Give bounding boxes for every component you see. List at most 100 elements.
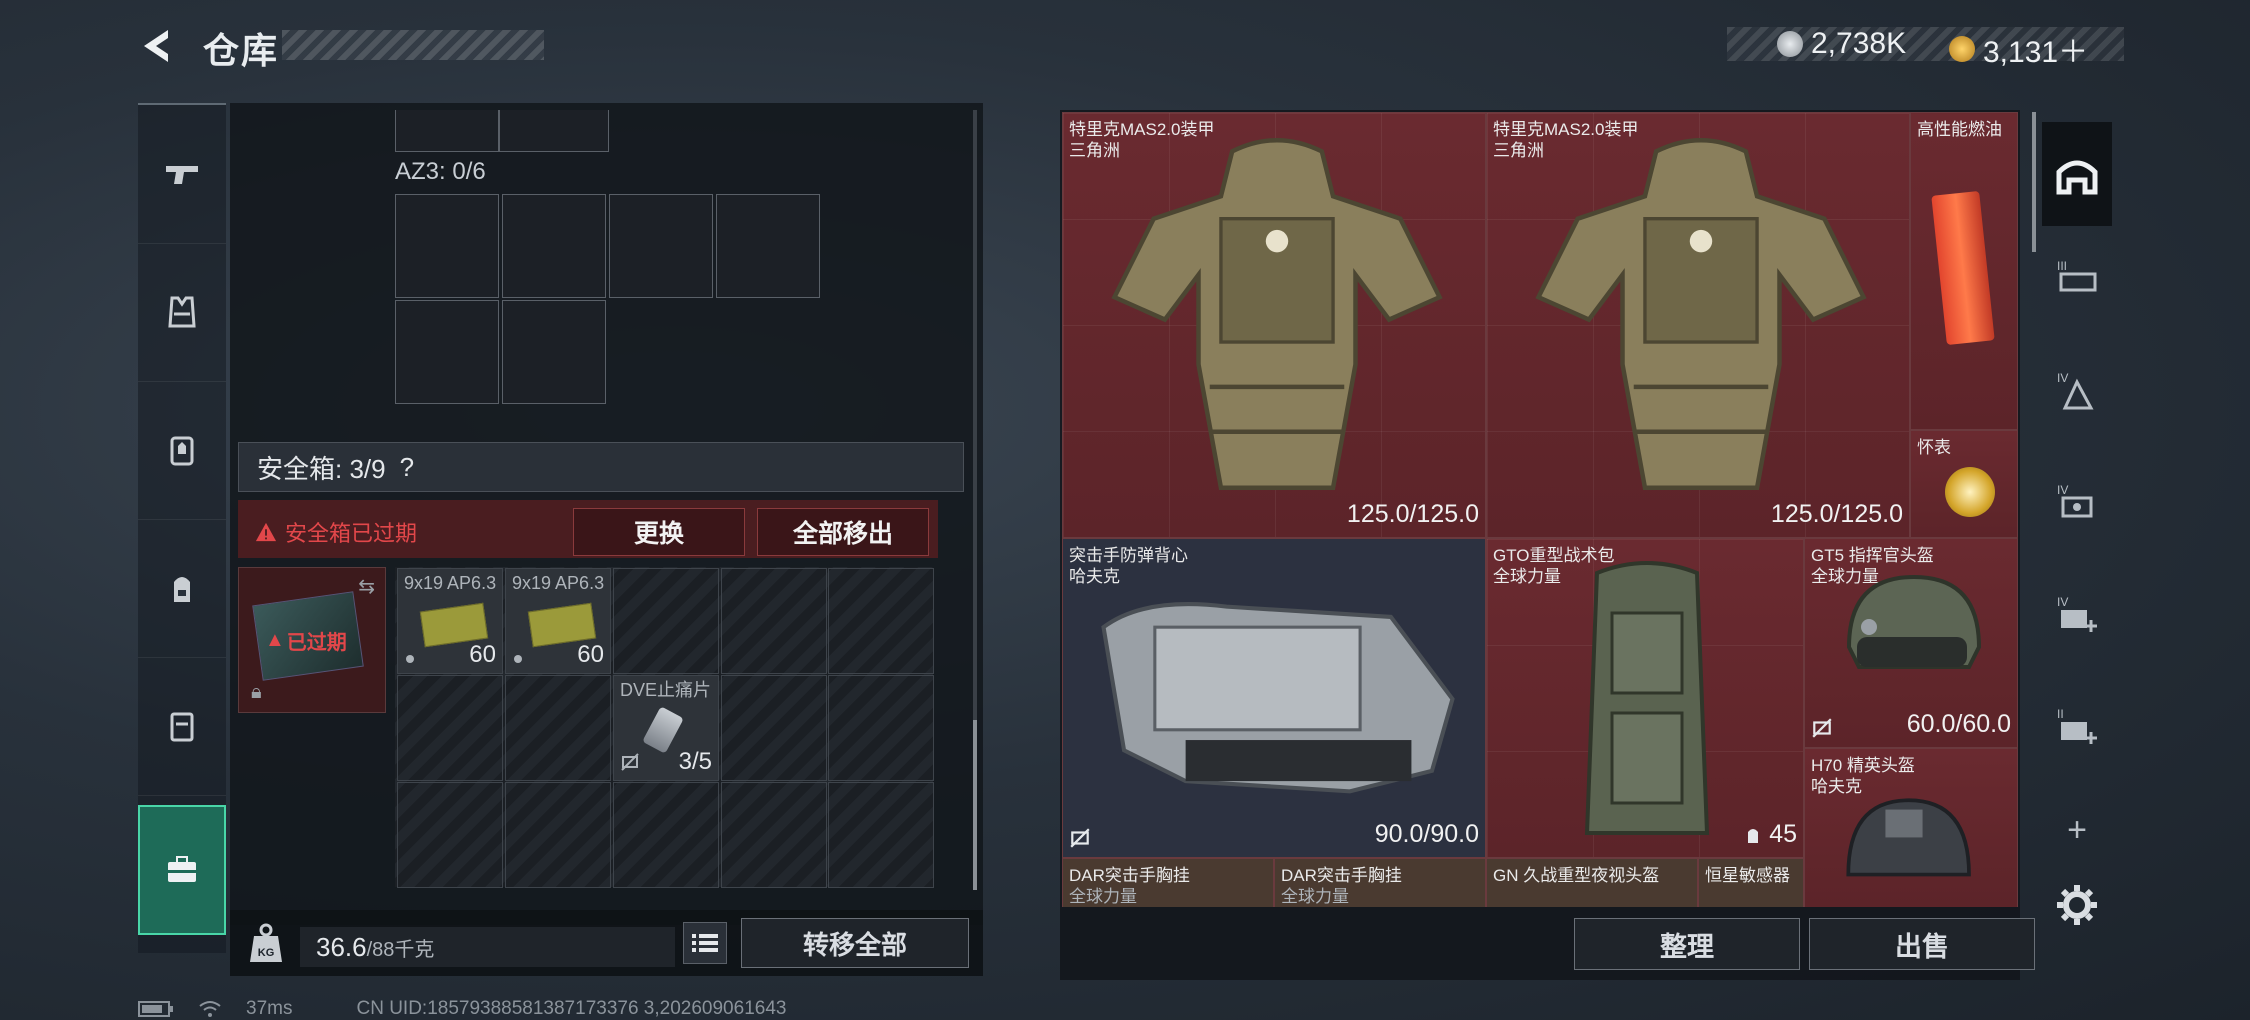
- currency-bar: 2,738K 3,131＋: [1727, 27, 2124, 69]
- stash-item-vest[interactable]: 突击手防弹背心 哈夫克 90.0/90.0: [1062, 538, 1486, 858]
- weight-icon: KG: [250, 923, 282, 962]
- safebox-slot[interactable]: [828, 782, 934, 888]
- container-slot[interactable]: [502, 194, 606, 298]
- stash-page-add-4[interactable]: IV: [2042, 564, 2112, 664]
- container-slot[interactable]: [502, 300, 606, 404]
- safebox-slot[interactable]: [828, 675, 934, 781]
- item-name: 突击手防弹背心: [1069, 546, 1188, 565]
- transfer-all-button[interactable]: 转移全部: [741, 918, 969, 968]
- stash-item-sensor[interactable]: 恒星敏感器: [1698, 858, 1804, 907]
- swap-icon[interactable]: ⇆: [358, 574, 375, 599]
- gold-coin-icon: [1949, 36, 1975, 62]
- replace-button[interactable]: 更换: [573, 508, 745, 556]
- no-insure-icon: [1070, 828, 1090, 848]
- stash-item-chest-rig[interactable]: DAR突击手胸挂 全球力量: [1062, 858, 1274, 907]
- safebox-slot[interactable]: [397, 782, 503, 888]
- rail-item-armor[interactable]: [138, 243, 226, 382]
- safebox-header: 安全箱: 3/9 ?: [238, 442, 964, 492]
- sell-button[interactable]: 出售: [1809, 918, 2035, 970]
- container-slot[interactable]: [716, 194, 820, 298]
- battery-icon: [138, 1001, 173, 1017]
- armor-vest-icon: [168, 296, 196, 328]
- stash-page-rail: III IV IV IV II +: [2042, 110, 2112, 930]
- container-slot[interactable]: [499, 110, 609, 152]
- stash-page-main[interactable]: [2042, 122, 2112, 226]
- safebox-slot[interactable]: [721, 675, 827, 781]
- expired-notice: 安全箱已过期: [255, 516, 417, 548]
- stash-item-chest-rig[interactable]: DAR突击手胸挂 全球力量: [1274, 858, 1486, 907]
- container-slot[interactable]: [609, 194, 713, 298]
- tidy-button[interactable]: 整理: [1574, 918, 1800, 970]
- stash-page-add-2[interactable]: II: [2042, 676, 2112, 776]
- move-all-out-button[interactable]: 全部移出: [757, 508, 929, 556]
- stash-add-tier2-icon: II: [2057, 707, 2097, 744]
- settings-button[interactable]: [2042, 870, 2112, 940]
- backpack-icon: [174, 577, 190, 602]
- stash-item-nv-helmet[interactable]: GN 久战重型夜视头盔: [1486, 858, 1698, 907]
- list-view-button[interactable]: [683, 922, 727, 964]
- stash-item-armor[interactable]: 特里克MAS2.0装甲 三角洲 125.0/125.0: [1062, 112, 1486, 538]
- no-insure-icon: [1812, 718, 1832, 738]
- safebox-slot[interactable]: [613, 568, 719, 674]
- safebox-slot[interactable]: [397, 675, 503, 781]
- safebox-slot[interactable]: [721, 568, 827, 674]
- help-icon[interactable]: ?: [400, 452, 414, 483]
- stash-item-helmet[interactable]: H70 精英头盔 哈夫克: [1804, 748, 2018, 907]
- add-stash-page-button[interactable]: +: [2042, 800, 2112, 860]
- top-bar: 仓库 2,738K 3,131＋: [0, 0, 2250, 100]
- left-scrollbar-thumb[interactable]: [973, 720, 977, 890]
- weight-unit: /88千克: [366, 938, 435, 961]
- ping-readout: 37ms: [246, 998, 293, 1019]
- svg-text:II: II: [2057, 707, 2064, 721]
- item-capacity: 45: [1769, 820, 1797, 848]
- rail-item-weapons[interactable]: [138, 105, 226, 244]
- stash-item-backpack[interactable]: GTO重型战术包 全球力量 45: [1486, 538, 1804, 858]
- item-durability: 125.0/125.0: [1770, 500, 1903, 528]
- item-durability: 90.0/90.0: [1374, 820, 1479, 848]
- rail-item-backpack[interactable]: [138, 519, 226, 658]
- stash-item-helmet[interactable]: GT5 指挥官头盔 全球力量 60.0/60.0: [1804, 538, 2018, 748]
- stash-page-4b[interactable]: IV: [2042, 452, 2112, 552]
- safebox-item[interactable]: ▲ 已过期 🔒︎ ⇆: [238, 567, 386, 713]
- container-slot[interactable]: [395, 194, 499, 298]
- stash-item-pocket-watch[interactable]: 怀表: [1910, 430, 2018, 538]
- safebox-slot[interactable]: [505, 782, 611, 888]
- warning-icon: ▲: [265, 629, 285, 651]
- container-slot[interactable]: [395, 300, 499, 404]
- item-name: DAR突击手胸挂: [1281, 866, 1402, 885]
- item-durability: 125.0/125.0: [1346, 500, 1479, 528]
- stash-tier3-icon: III: [2057, 259, 2097, 292]
- weight-value: 36.6: [316, 931, 367, 962]
- gold-currency[interactable]: 3,131＋: [1949, 27, 2088, 71]
- safebox-slot[interactable]: [505, 675, 611, 781]
- page-title: 仓库: [203, 30, 280, 71]
- stash-tier4b-icon: IV: [2057, 483, 2093, 518]
- no-insure-icon: [621, 753, 639, 771]
- safebox-icon: [168, 856, 196, 882]
- status-bar: 37ms CN UID:18579388581387173376 3,20260…: [138, 998, 786, 1020]
- safebox-slot-medicine[interactable]: DVE止痛片 3/5: [613, 675, 719, 781]
- vest-image: [1101, 602, 1455, 794]
- item-name: 怀表: [1917, 438, 1951, 457]
- stash-item-armor[interactable]: 特里克MAS2.0装甲 三角洲 125.0/125.0: [1486, 112, 1910, 538]
- helmet-image: [1846, 798, 1971, 877]
- stash-scrollbar-thumb[interactable]: [2032, 112, 2036, 252]
- safebox-slot[interactable]: [828, 568, 934, 674]
- item-name: 恒星敏感器: [1705, 866, 1790, 885]
- rail-item-safebox[interactable]: [138, 805, 226, 935]
- safebox-slot-ammo[interactable]: 9x19 AP6.3 60: [505, 568, 611, 674]
- back-button[interactable]: [138, 26, 178, 66]
- stash-item-fuel[interactable]: 高性能燃油: [1910, 112, 2018, 430]
- capacity-icon: [1748, 828, 1759, 843]
- container-slot[interactable]: [395, 110, 499, 152]
- svg-text:KG: KG: [258, 947, 275, 959]
- safebox-slot[interactable]: [613, 782, 719, 888]
- rail-item-rig[interactable]: [138, 381, 226, 520]
- stash-page-4a[interactable]: IV: [2042, 340, 2112, 440]
- pocket-watch-image: [1945, 467, 1995, 517]
- safebox-slot-ammo[interactable]: 9x19 AP6.3 60: [397, 568, 503, 674]
- container-capacity-label: AZ3: 0/6: [395, 158, 486, 185]
- rail-item-case[interactable]: [138, 657, 226, 796]
- safebox-slot[interactable]: [721, 782, 827, 888]
- stash-page-3[interactable]: III: [2042, 228, 2112, 328]
